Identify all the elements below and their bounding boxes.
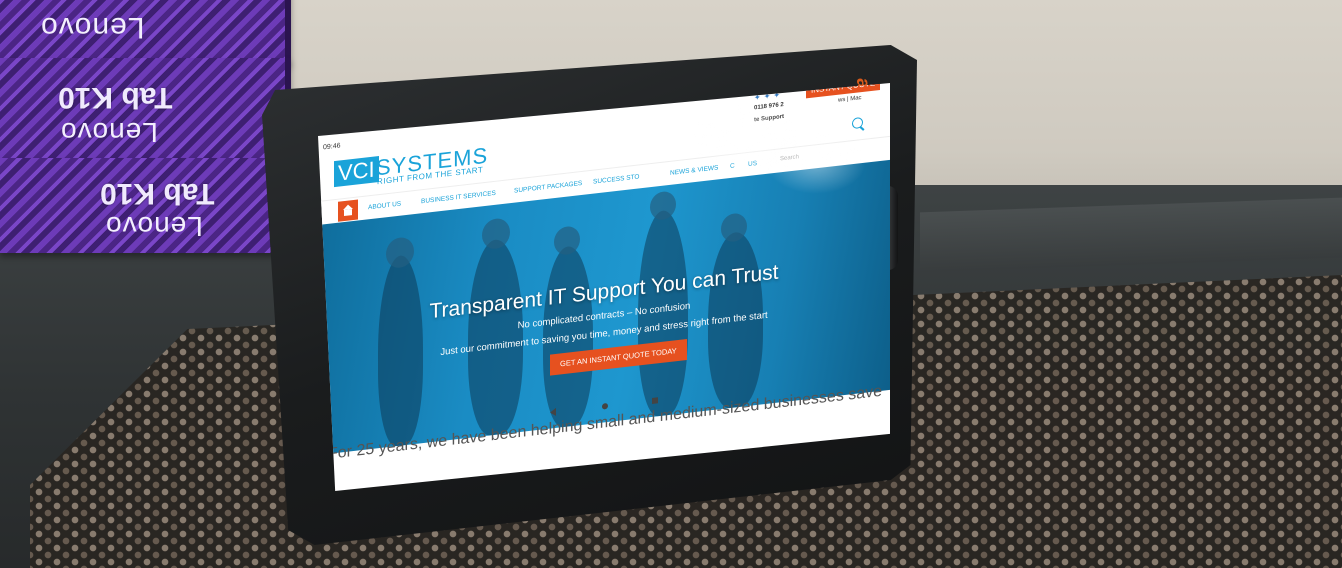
nav-search-input[interactable]: Search (780, 154, 799, 162)
remote-support-link[interactable]: te Support (754, 114, 784, 123)
status-time: 09:46 (323, 142, 341, 152)
nav-contact-end[interactable]: US (748, 160, 757, 168)
nav-success-stories[interactable]: SUCCESS STO (593, 173, 639, 185)
box-brand-label: Lenovo (60, 117, 158, 148)
box-brand-label: Lenovo (40, 11, 145, 44)
home-icon[interactable] (338, 199, 358, 222)
tablet-webpage: 09:46 VCI SYSTEMS RIGHT FROM THE START ✦… (318, 83, 890, 491)
photo-scene: Lenovo Tab K10 Lenovo Tab K10 Lenovo arm… (0, 0, 1342, 568)
back-icon[interactable] (550, 407, 556, 417)
nav-news-views[interactable]: NEWS & VIEWS (670, 164, 718, 177)
product-box-middle: Tab K10 Lenovo (0, 58, 291, 158)
box-model-label: Tab K10 (58, 81, 173, 114)
recent-apps-icon[interactable] (652, 397, 658, 404)
search-icon[interactable] (852, 116, 863, 130)
product-box-top: Lenovo (0, 0, 291, 64)
nav-about-us[interactable]: ABOUT US (368, 201, 401, 212)
webpage-content: 09:46 VCI SYSTEMS RIGHT FROM THE START ✦… (318, 83, 890, 491)
nav-business-it-services[interactable]: BUSINESS IT SERVICES (421, 190, 496, 206)
home-dot-icon[interactable] (602, 402, 608, 410)
product-box-bottom: Tab K10 Lenovo (0, 158, 291, 253)
box-model-label: Tab K10 (100, 177, 215, 210)
site-logo-box[interactable]: VCI (334, 156, 379, 188)
news-mac-link[interactable]: ws | Mac (838, 95, 862, 104)
box-brand-label: Lenovo (105, 211, 203, 242)
phone-number[interactable]: 0118 976 2 (754, 102, 784, 111)
nav-support-packages[interactable]: SUPPORT PACKAGES (514, 180, 582, 195)
nav-contact-start[interactable]: C (730, 163, 735, 171)
